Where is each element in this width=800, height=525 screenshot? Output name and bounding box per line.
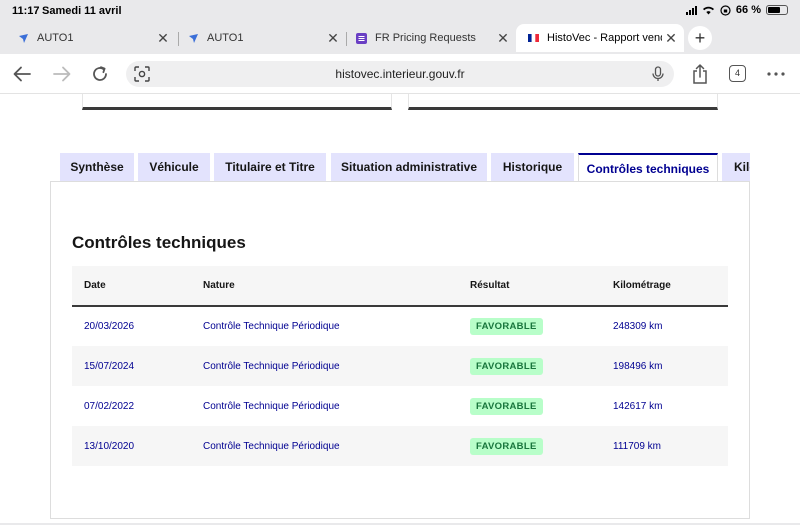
column-header-date: Date xyxy=(72,266,191,307)
browser-tab-title: AUTO1 xyxy=(207,32,244,44)
forward-button[interactable] xyxy=(50,62,74,86)
close-tab-icon[interactable]: ✕ xyxy=(662,30,680,47)
cell-nature: Contrôle Technique Périodique xyxy=(203,321,340,332)
cell-nature: Contrôle Technique Périodique xyxy=(191,346,458,386)
more-options-button[interactable] xyxy=(764,62,788,86)
status-indicators: 66 % xyxy=(685,4,788,16)
forms-favicon-icon xyxy=(356,32,367,44)
cell-km: 198496 km xyxy=(601,346,728,386)
browser-tab-bar: AUTO1 ✕ AUTO1 ✕ FR Pricing Requests ✕ Hi… xyxy=(0,22,800,54)
tab-historique[interactable]: Historique xyxy=(491,153,574,181)
report-tabs: Synthèse Véhicule Titulaire et Titre Sit… xyxy=(60,153,750,181)
cell-km: 248309 km xyxy=(613,321,663,332)
table-row: 20/03/2026 Contrôle Technique Périodique… xyxy=(72,306,728,346)
cell-km: 142617 km xyxy=(613,400,663,412)
column-header-nature: Nature xyxy=(191,266,458,307)
status-badge: FAVORABLE xyxy=(470,357,543,375)
status-date: Samedi 11 avril xyxy=(42,5,122,17)
table-row: 15/07/2024 Contrôle Technique Périodique… xyxy=(72,346,728,386)
previous-card-right xyxy=(408,94,718,110)
battery-icon xyxy=(766,5,788,15)
browser-tab-fr-pricing[interactable]: FR Pricing Requests ✕ xyxy=(344,24,516,52)
browser-tab-title: HistoVec - Rapport vend xyxy=(547,32,662,44)
section-title: Contrôles techniques xyxy=(72,233,246,252)
tab-situation-administrative[interactable]: Situation administrative xyxy=(331,153,487,181)
back-arrow-icon xyxy=(13,66,31,82)
status-bar: 11:17 Samedi 11 avril 66 % xyxy=(0,0,800,22)
forward-arrow-icon xyxy=(53,66,71,82)
cell-date: 13/10/2020 xyxy=(72,426,191,466)
table-row: 07/02/2022 Contrôle Technique Périodique… xyxy=(72,386,728,426)
column-header-resultat: Résultat xyxy=(458,266,601,307)
tab-kilometrage[interactable]: Kilo xyxy=(722,153,750,181)
more-dots-icon xyxy=(767,72,785,76)
share-button[interactable] xyxy=(688,62,712,86)
status-badge: FAVORABLE xyxy=(470,397,543,415)
cell-result: FAVORABLE xyxy=(458,426,601,466)
tab-titulaire-et-titre[interactable]: Titulaire et Titre xyxy=(214,153,326,181)
browser-tab-auto1-2[interactable]: AUTO1 ✕ xyxy=(176,24,346,52)
cell-result: FAVORABLE xyxy=(458,306,601,346)
french-flag-favicon-icon xyxy=(528,33,539,44)
previous-card-left xyxy=(82,94,392,110)
status-time: 11:17 xyxy=(12,5,40,17)
browser-tab-title: FR Pricing Requests xyxy=(375,32,476,44)
microphone-icon[interactable] xyxy=(652,66,664,82)
close-tab-icon[interactable]: ✕ xyxy=(494,30,512,47)
tab-vehicule[interactable]: Véhicule xyxy=(138,153,210,181)
cell-km: 111709 km xyxy=(601,426,728,466)
cell-date: 07/02/2022 xyxy=(84,400,135,412)
orientation-lock-icon xyxy=(720,4,731,16)
column-header-kilometrage: Kilométrage xyxy=(601,266,728,307)
reload-button[interactable] xyxy=(88,62,112,86)
battery-percentage: 66 % xyxy=(735,4,761,16)
auto1-favicon-icon xyxy=(188,33,199,44)
share-icon xyxy=(693,64,707,84)
cellular-signal-icon xyxy=(685,5,697,15)
cell-date: 20/03/2026 xyxy=(84,321,135,332)
navigation-bar: histovec.interieur.gouv.fr xyxy=(0,54,800,94)
tab-synthese[interactable]: Synthèse xyxy=(60,153,134,181)
close-tab-icon[interactable]: ✕ xyxy=(154,30,172,47)
cell-nature: Contrôle Technique Périodique xyxy=(203,400,340,412)
browser-tab-histovec[interactable]: HistoVec - Rapport vend ✕ xyxy=(516,24,684,52)
browser-tab-auto1-1[interactable]: AUTO1 ✕ xyxy=(6,24,176,52)
auto1-favicon-icon xyxy=(18,33,29,44)
tab-count-button[interactable]: 4 xyxy=(729,65,746,82)
cell-nature: Contrôle Technique Périodique xyxy=(191,426,458,466)
status-badge: FAVORABLE xyxy=(470,318,543,335)
url-text: histovec.interieur.gouv.fr xyxy=(335,67,465,81)
wifi-icon xyxy=(702,6,714,15)
browser-tab-title: AUTO1 xyxy=(37,32,74,44)
table-header-row: Date Nature Résultat Kilométrage xyxy=(72,266,728,307)
cell-result: FAVORABLE xyxy=(458,386,601,426)
status-badge: FAVORABLE xyxy=(470,437,543,455)
back-button[interactable] xyxy=(10,62,34,86)
close-tab-icon[interactable]: ✕ xyxy=(324,30,342,47)
tab-controles-techniques[interactable]: Contrôles techniques xyxy=(578,153,718,181)
cell-result: FAVORABLE xyxy=(458,346,601,386)
technical-inspections-table: Date Nature Résultat Kilométrage 20/03/2… xyxy=(72,266,728,466)
address-bar[interactable]: histovec.interieur.gouv.fr xyxy=(126,61,674,87)
new-tab-button[interactable]: + xyxy=(688,26,712,50)
controles-techniques-panel: Contrôles techniques Date Nature Résulta… xyxy=(50,181,750,519)
cell-date: 15/07/2024 xyxy=(72,346,191,386)
table-row: 13/10/2020 Contrôle Technique Périodique… xyxy=(72,426,728,466)
reload-icon xyxy=(93,66,107,81)
